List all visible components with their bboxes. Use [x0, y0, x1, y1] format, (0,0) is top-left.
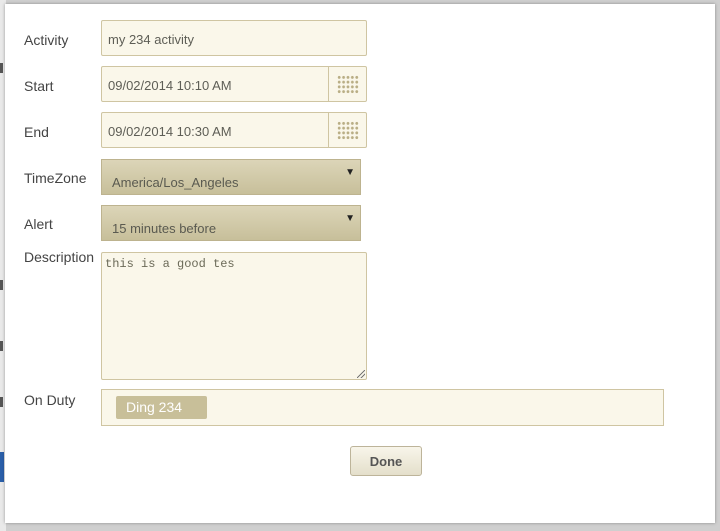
end-value: 09/02/2014 10:30 AM [108, 124, 232, 139]
on-duty-tag[interactable]: Ding 234 [116, 396, 207, 419]
dropdown-arrow-icon: ▼ [345, 167, 355, 178]
done-button[interactable]: Done [350, 446, 422, 476]
timezone-label: TimeZone [24, 170, 87, 186]
background-page-marker [0, 63, 3, 73]
on-duty-label: On Duty [24, 392, 76, 408]
alert-label: Alert [24, 216, 53, 232]
end-label: End [24, 124, 49, 140]
end-picker-button[interactable] [328, 113, 366, 147]
activity-input[interactable]: my 234 activity [101, 20, 367, 56]
resize-handle-icon[interactable] [357, 370, 365, 378]
activity-label: Activity [24, 32, 69, 48]
dropdown-arrow-icon: ▼ [345, 213, 355, 224]
alert-select[interactable]: 15 minutes before ▼ [101, 205, 361, 241]
alert-selected-value: 15 minutes before [112, 221, 217, 236]
background-page-marker [0, 341, 3, 351]
end-datetime-input[interactable]: 09/02/2014 10:30 AM [101, 112, 367, 148]
background-page-accent [0, 452, 4, 482]
edit-activity-dialog: Activity my 234 activity Start 09/02/201… [5, 4, 715, 523]
description-textarea[interactable]: this is a good tes [101, 252, 367, 380]
on-duty-field[interactable]: Ding 234 [101, 389, 664, 426]
timezone-select[interactable]: America/Los_Angeles ▼ [101, 159, 361, 195]
start-picker-button[interactable] [328, 67, 366, 101]
background-page-marker [0, 280, 3, 290]
description-value: this is a good tes [105, 257, 235, 271]
activity-value: my 234 activity [108, 32, 194, 47]
start-datetime-input[interactable]: 09/02/2014 10:10 AM [101, 66, 367, 102]
start-value: 09/02/2014 10:10 AM [108, 78, 232, 93]
timezone-selected-value: America/Los_Angeles [112, 175, 239, 190]
description-label: Description [24, 249, 95, 265]
calendar-grid-icon [336, 120, 359, 140]
background-page-marker [0, 397, 3, 407]
start-label: Start [24, 78, 54, 94]
calendar-grid-icon [336, 74, 359, 94]
